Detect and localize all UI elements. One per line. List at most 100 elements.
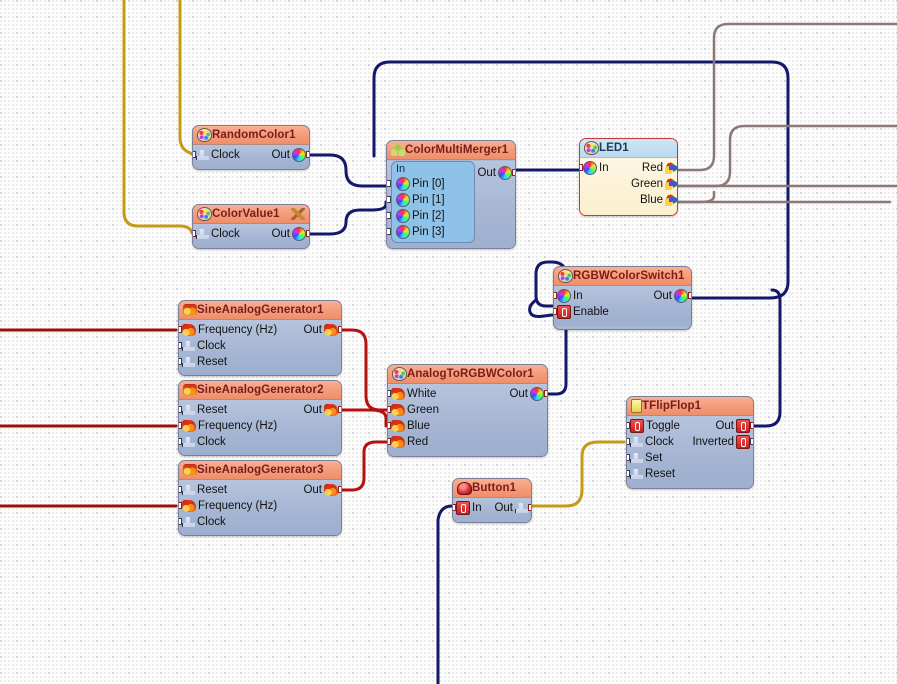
port-row[interactable]: Green: [580, 176, 677, 192]
port-row[interactable]: Pin [3]: [387, 224, 474, 240]
node-colormultimerger1[interactable]: ColorMultiMerger1 Out In Pin [0] Pin [1]: [386, 140, 516, 249]
port-row[interactable]: Pin [1]: [387, 192, 474, 208]
node-title-bar[interactable]: ColorMultiMerger1: [387, 141, 515, 160]
node-sineanaloggenerator1[interactable]: SineAnalogGenerator1 Frequency (Hz) Out …: [178, 300, 342, 376]
port-row[interactable]: Clock: [179, 434, 341, 450]
node-button1[interactable]: Button1 In Out: [452, 478, 532, 523]
node-led1[interactable]: LED1 In Red Green Blue: [579, 138, 678, 216]
input-connector[interactable]: [580, 164, 583, 171]
node-randomcolor1[interactable]: RandomColor1 Clock Out: [192, 125, 310, 170]
port-row[interactable]: Frequency (Hz) Out: [179, 322, 341, 338]
node-body: Out In Pin [0] Pin [1] Pin [2] Pin [3]: [387, 161, 515, 248]
output-label: Out: [303, 324, 322, 336]
clock-icon: [630, 453, 643, 463]
node-title-bar[interactable]: ColorValue1: [193, 205, 309, 224]
output-connector[interactable]: [544, 390, 547, 397]
port-row[interactable]: Clock: [179, 514, 341, 530]
port-row[interactable]: Clock: [179, 338, 341, 354]
node-title-bar[interactable]: SineAnalogGenerator2: [179, 381, 341, 400]
input-connector[interactable]: [387, 196, 391, 203]
node-title-bar[interactable]: Button1: [453, 479, 531, 498]
node-title-bar[interactable]: TFlipFlop1: [627, 397, 753, 416]
node-title-bar[interactable]: SineAnalogGenerator3: [179, 461, 341, 480]
port-row[interactable]: White Out: [388, 386, 547, 402]
output-connector[interactable]: [750, 422, 753, 429]
node-body: Reset Out Frequency (Hz) Clock: [179, 400, 341, 455]
node-title-label: AnalogToRGBWColor1: [407, 368, 534, 380]
input-connector[interactable]: [387, 180, 391, 187]
port-row[interactable]: In Out: [453, 500, 531, 516]
output-connector[interactable]: [338, 326, 341, 333]
input-label: White: [407, 388, 437, 400]
node-title-bar[interactable]: RandomColor1: [193, 126, 309, 145]
arrow-icon: [665, 162, 677, 174]
output-connector[interactable]: [688, 292, 691, 299]
port-row[interactable]: Reset Out: [179, 482, 341, 498]
input-connector[interactable]: [554, 292, 557, 299]
input-label: Reset: [197, 356, 228, 368]
node-analogtorgbwcolor1[interactable]: AnalogToRGBWColor1 White Out Green Blue: [387, 364, 548, 457]
output-connector[interactable]: [528, 504, 531, 511]
input-label: Set: [645, 452, 663, 464]
bool-icon: [557, 305, 571, 319]
port-row[interactable]: Set: [627, 450, 753, 466]
input-label: Clock: [645, 436, 674, 448]
node-sineanaloggenerator3[interactable]: SineAnalogGenerator3 Reset Out Frequency…: [178, 460, 342, 536]
output-connector[interactable]: [338, 486, 341, 493]
port-row[interactable]: Toggle Out: [627, 418, 753, 434]
port-row[interactable]: Pin [0]: [387, 176, 474, 192]
node-title-bar[interactable]: SineAnalogGenerator1: [179, 301, 341, 320]
palette-icon: [558, 269, 573, 283]
node-title-bar[interactable]: LED1: [580, 139, 677, 158]
port-row[interactable]: Reset: [179, 354, 341, 370]
color-icon: [557, 289, 571, 303]
arrow-icon: [665, 178, 677, 190]
node-rgbwcolorswitch1[interactable]: RGBWColorSwitch1 In Out Enable: [553, 266, 692, 330]
node-title-bar[interactable]: AnalogToRGBWColor1: [388, 365, 547, 384]
node-graph-canvas[interactable]: RandomColor1 Clock Out ColorValue1 Clock…: [0, 0, 897, 684]
palette-icon: [197, 207, 212, 221]
merger-icon: [391, 144, 405, 156]
input-connector[interactable]: [387, 212, 391, 219]
input-connector[interactable]: [387, 228, 391, 235]
input-label: Clock: [197, 436, 226, 448]
output-connector[interactable]: [306, 230, 309, 237]
port-row[interactable]: In Out: [554, 288, 691, 304]
port-row[interactable]: Clock Out: [193, 147, 309, 163]
port-row[interactable]: Clock Inverted: [627, 434, 753, 450]
output-connector[interactable]: [306, 151, 309, 158]
node-title-bar[interactable]: RGBWColorSwitch1: [554, 267, 691, 286]
output-connector[interactable]: [512, 169, 515, 176]
port-row[interactable]: Frequency (Hz): [179, 498, 341, 514]
output-connector[interactable]: [750, 438, 753, 445]
bool-icon: [456, 501, 470, 515]
port-row[interactable]: Pin [2]: [387, 208, 474, 224]
wrench-icon[interactable]: [291, 208, 305, 220]
input-label: In: [472, 502, 482, 514]
flame-icon: [182, 500, 196, 512]
node-body: White Out Green Blue Red: [388, 384, 547, 456]
port-row[interactable]: In Red: [580, 160, 677, 176]
clock-icon: [196, 150, 209, 160]
port-row[interactable]: Enable: [554, 304, 691, 320]
output-connector[interactable]: [338, 406, 341, 413]
port-row[interactable]: Red: [388, 434, 547, 450]
node-tflipflop1[interactable]: TFlipFlop1 Toggle Out Clock Inverted Set…: [626, 396, 754, 489]
port-row[interactable]: Reset: [627, 466, 753, 482]
port-row[interactable]: Frequency (Hz): [179, 418, 341, 434]
node-sineanaloggenerator2[interactable]: SineAnalogGenerator2 Reset Out Frequency…: [178, 380, 342, 456]
output-label: Out: [303, 404, 322, 416]
bool-icon: [736, 435, 750, 449]
port-row[interactable]: Green: [388, 402, 547, 418]
port-row[interactable]: Clock Out: [193, 226, 309, 242]
input-label: Clock: [197, 516, 226, 528]
port-row[interactable]: Blue: [388, 418, 547, 434]
port-row[interactable]: Blue: [580, 192, 677, 208]
node-body: Clock Out: [193, 224, 309, 248]
clock-icon: [182, 437, 195, 447]
node-colorvalue1[interactable]: ColorValue1 Clock Out: [192, 204, 310, 249]
flame-icon: [391, 420, 405, 432]
color-icon: [583, 161, 597, 175]
port-row[interactable]: Reset Out: [179, 402, 341, 418]
input-label: Reset: [197, 404, 228, 416]
